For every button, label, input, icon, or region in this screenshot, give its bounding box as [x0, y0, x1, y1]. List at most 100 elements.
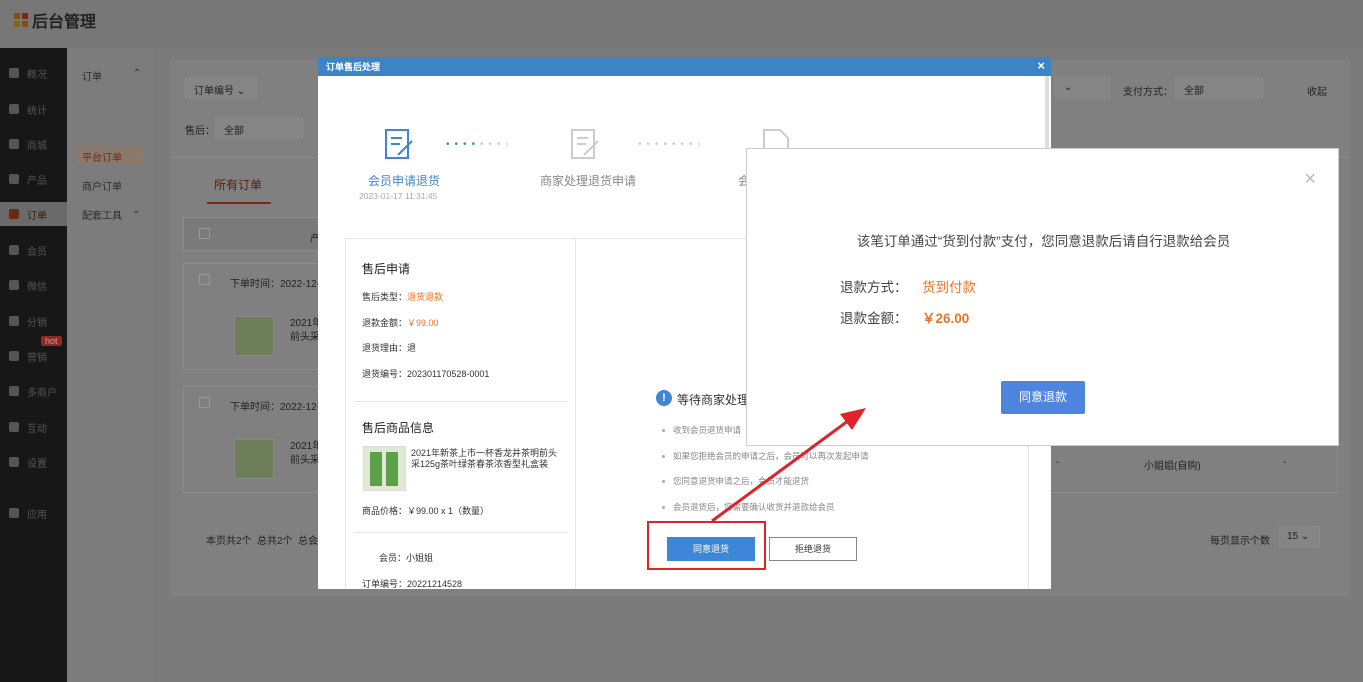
- step-label-merchant: 商家处理退货申请: [540, 174, 637, 188]
- apps-icon: [9, 508, 19, 518]
- order-time: 下单时间：2022-12-: [230, 279, 321, 290]
- chevron-down-icon[interactable]: ⌄: [132, 205, 140, 216]
- order-no-select[interactable]: 订单编号 ⌄: [185, 77, 257, 99]
- row-dash: -: [1283, 457, 1287, 468]
- nav-item-product[interactable]: 产品: [0, 167, 67, 191]
- total-extra: 总会: [298, 536, 318, 547]
- refund-method-value: 货到付款: [922, 280, 976, 295]
- hint-line: 会员退货后，您需要确认收货并退款给会员: [662, 501, 835, 513]
- modal-title: 订单售后处理: [326, 62, 381, 72]
- order-no-line: 订单编号：20221214528: [362, 579, 463, 589]
- nav-item-multistore[interactable]: 多商户: [0, 379, 67, 403]
- logo[interactable]: 后台管理: [14, 8, 96, 32]
- refund-method-label: 退款方式：: [840, 280, 908, 295]
- subnav-group-order[interactable]: 订单: [82, 68, 102, 83]
- nav-item-overview[interactable]: 概况: [0, 61, 67, 85]
- agree-refund-button[interactable]: 同意退款: [1001, 381, 1085, 414]
- nav-item-marketing[interactable]: 营销: [0, 344, 67, 368]
- user-share-icon: [9, 316, 19, 326]
- after-sale-info-panel: 售后申请 售后类型：退货退款 退款金额：￥99.00 退货理由：退 退货编号：2…: [345, 238, 576, 589]
- product-thumbnail: [234, 439, 274, 479]
- tab-underline: [207, 202, 271, 204]
- page-info: 本页共2个: [206, 536, 252, 547]
- flag-icon: [9, 351, 19, 361]
- nav-item-settings[interactable]: 设置: [0, 450, 67, 474]
- document-edit-icon: [385, 129, 413, 159]
- reject-return-button[interactable]: 拒绝退货: [769, 537, 857, 561]
- refund-amount-value: ￥26.00: [922, 311, 970, 326]
- price-line: 商品价格：￥99.00 x 1（数量）: [362, 506, 490, 516]
- status-text: 等待商家处理: [677, 393, 750, 407]
- goods-name: 2021年新茶上市一杯香龙井茶明前头采125g茶叶绿茶春茶浓香型礼盒装: [411, 448, 558, 469]
- after-sale-label: 售后：: [185, 126, 215, 137]
- chevron-up-icon[interactable]: ⌃: [133, 68, 141, 79]
- step-dots: •••••••›: [638, 139, 706, 150]
- nav-item-apps[interactable]: 应用: [0, 501, 67, 525]
- wechat-icon: [9, 280, 19, 290]
- info-icon: !: [656, 390, 672, 406]
- page-size-label: 每页显示个数: [1210, 536, 1270, 547]
- divider: [354, 532, 568, 533]
- grid-icon: [9, 174, 19, 184]
- subnav-item-platform-order[interactable]: 平台订单: [82, 149, 122, 164]
- document-edit-icon: [571, 129, 599, 159]
- close-icon[interactable]: ×: [1037, 58, 1045, 74]
- modal-header: 订单售后处理 ×: [318, 57, 1051, 76]
- amount-line: 退款金额：￥99.00: [362, 318, 439, 328]
- nav-item-stats[interactable]: 统计: [0, 97, 67, 121]
- nav-item-store[interactable]: 商城: [0, 132, 67, 156]
- multi-store-icon: [9, 386, 19, 396]
- nav-item-interact[interactable]: 互动: [0, 415, 67, 439]
- tab-all-orders[interactable]: 所有订单: [214, 176, 262, 193]
- step-time: 2023-01-17 11:31:45: [359, 191, 438, 201]
- hint-line: 收到会员退货申请: [662, 424, 741, 436]
- total-count: 总共2个: [257, 536, 293, 547]
- pay-method-select[interactable]: 全部: [1175, 77, 1263, 99]
- left-nav: 概况 统计 商城 产品 订单 会员 微信 分销 营销 多商户 互动 设置 应用: [0, 48, 67, 682]
- highlight-box: [647, 521, 766, 570]
- subnav-tools[interactable]: 配套工具: [82, 207, 122, 222]
- subnav-item-merchant-order[interactable]: 商户订单: [82, 178, 122, 193]
- sub-nav: 订单 ⌃ 平台订单 商户订单 配套工具 ⌄: [67, 48, 155, 682]
- row-checkbox[interactable]: [199, 274, 210, 285]
- filter-select-hidden[interactable]: ⌄: [1055, 77, 1110, 99]
- page-size-select[interactable]: 15 ⌄: [1278, 526, 1320, 548]
- product-thumbnail: [234, 316, 274, 356]
- hot-badge: hot: [41, 336, 62, 346]
- nav-item-wechat[interactable]: 微信: [0, 273, 67, 297]
- product-name-b: 前头采: [290, 455, 320, 466]
- hint-line: 您同意退货申请之后，会员才能退货: [662, 475, 809, 487]
- step-label-member-apply: 会员申请退货: [368, 174, 441, 188]
- app-title: 后台管理: [32, 14, 97, 31]
- divider: [354, 401, 568, 402]
- select-all-checkbox[interactable]: [199, 228, 210, 239]
- refund-amount-label: 退款金额：: [840, 311, 908, 326]
- crown-icon: [9, 245, 19, 255]
- nav-item-order[interactable]: 订单: [0, 202, 67, 226]
- product-name-b: 前头采: [290, 332, 320, 343]
- hint-line: 如果您拒绝会员的申请之后，会员可以再次发起申请: [662, 450, 869, 462]
- nav-item-member[interactable]: 会员: [0, 238, 67, 262]
- popup-message: 该笔订单通过“货到付款”支付，您同意退款后请自行退款给会员: [856, 234, 1231, 249]
- close-icon[interactable]: ×: [1304, 169, 1316, 189]
- top-bar: 后台管理: [0, 0, 1363, 48]
- chart-icon: [9, 104, 19, 114]
- reason-line: 退货理由：退: [362, 343, 417, 353]
- collapse-link[interactable]: 收起: [1307, 83, 1327, 98]
- member-line: 会员：小姐姐: [379, 553, 434, 563]
- after-sale-select[interactable]: 全部: [215, 117, 303, 139]
- grid-logo-icon: [14, 13, 28, 27]
- gear-icon: [9, 457, 19, 467]
- refund-confirm-popup: × 该笔订单通过“货到付款”支付，您同意退款后请自行退款给会员 退款方式： 货到…: [746, 148, 1339, 446]
- row-dash: -: [1056, 457, 1060, 468]
- store-icon: [9, 139, 19, 149]
- apply-title: 售后申请: [362, 262, 411, 276]
- row-checkbox[interactable]: [199, 397, 210, 408]
- order-time: 下单时间：2022-12-: [230, 402, 321, 413]
- nav-item-distribution[interactable]: 分销: [0, 309, 67, 333]
- goods-title: 售后商品信息: [362, 421, 435, 435]
- return-no-line: 退货编号：202301170528-0001: [362, 369, 490, 379]
- order-icon: [9, 209, 19, 219]
- type-line: 售后类型：退货退款: [362, 292, 444, 302]
- interact-icon: [9, 422, 19, 432]
